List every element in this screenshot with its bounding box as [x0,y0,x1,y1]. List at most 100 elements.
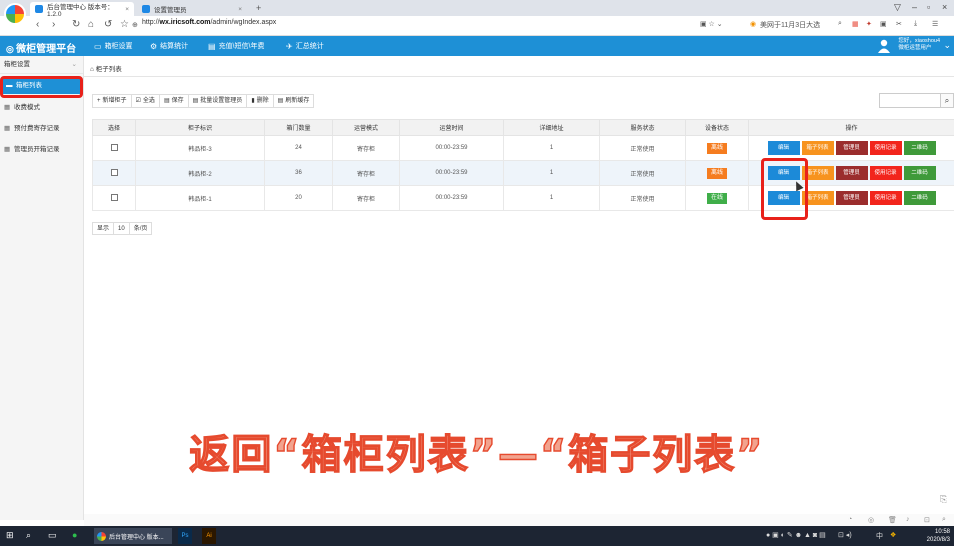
tab-set-admin[interactable]: 设置管理员 × [137,2,247,16]
forward-icon[interactable]: › [52,19,55,30]
chevron-down-icon[interactable]: ⌄ [943,40,951,51]
list-icon: ▤ [192,98,199,104]
usage-records-button[interactable]: 使用记录 [869,141,902,155]
refresh-cache-button[interactable]: ▤ 刷新缓存 [272,94,315,108]
nav-settlement-stats[interactable]: ⚙ 结算统计 [150,41,188,51]
pin-icon[interactable]: ▽ [894,2,901,13]
tab-favicon [142,5,150,13]
taskbar-browser-app[interactable]: 后台管理中心 版本... [94,528,172,544]
tab-admin-center[interactable]: 后台管理中心 版本号：1.2.0 × [30,2,134,18]
tab-close-icon[interactable]: × [238,6,242,13]
search-icon[interactable]: ⌕ [26,530,31,541]
admin-button[interactable]: 管理员 [835,141,868,155]
nav-box-settings[interactable]: ▭ 箱柜设置 [94,41,133,51]
admin-button[interactable]: 管理员 [835,166,868,180]
app-title[interactable]: ◎ 微柜管理平台 [6,40,76,55]
service-status: 正常使用 [599,160,686,186]
security-icon[interactable]: ⊕ [132,21,138,29]
batch-set-admin-button[interactable]: ▤ 批量设置管理员 [187,94,248,108]
browser-logo-icon[interactable] [4,3,26,25]
row-checkbox[interactable] [110,143,118,151]
reload-icon[interactable]: ↻ [72,19,80,30]
url-field[interactable]: http://wx.iricsoft.com/admin/wgIndex.asp… [142,19,276,26]
search-suggestion[interactable]: 美网于11月3日大选 [760,20,820,30]
home-icon[interactable]: ⌂ [88,19,94,30]
minimize-icon[interactable]: – [912,2,917,12]
table-row: 韩品柜-2 36 寄存柜 00:00-23:59 1 正常使用 离线 编辑 箱子… [92,160,954,186]
add-box-button[interactable]: + 新增柜子 [92,94,132,108]
qr-code-button[interactable]: 二维码 [903,141,936,155]
feedback-icon[interactable]: ⎘ [940,494,947,505]
page-size-select[interactable]: 10 [113,222,130,235]
close-window-icon[interactable]: × [942,2,947,12]
user-greeting: 您好，xiaoshou4 [898,38,940,44]
monitor-icon: ▭ [94,41,102,51]
status-icon: ◎ [868,517,875,524]
clock[interactable]: 10:58 2020/8/3 [927,528,950,544]
status-icon: ◔ [848,516,853,523]
save-button[interactable]: ▤ 保存 [158,94,189,108]
screenshot-icon[interactable]: ▣ [880,20,887,28]
menu-icon[interactable]: ☰ [932,20,938,28]
refresh-icon: ▤ [277,98,284,104]
service-status: 正常使用 [599,185,686,211]
column-header: 服务状态 [599,119,686,136]
device-status-badge: 离线 [706,142,727,154]
search-icon[interactable]: ⌕ [940,93,954,108]
back-icon[interactable]: ‹ [36,19,39,30]
windows-start-icon[interactable]: ⊞ [6,530,14,541]
sidebar-item-admin-open-records[interactable]: ▦ 管理员开箱记录 [0,139,83,160]
avatar[interactable] [878,39,890,53]
select-all-button[interactable]: ☑ 全选 [130,94,160,108]
user-info[interactable]: 您好，xiaoshou4 微柜运营用户 [898,38,940,52]
app-header: ◎ 微柜管理平台 ▭ 箱柜设置 ⚙ 结算统计 ▤ 充值\短信\年费 ✈ 汇总统计 您好，… [0,36,954,56]
usage-records-button[interactable]: 使用记录 [869,166,902,180]
reader-icon[interactable]: ▣ ☆ ⌄ [700,20,723,28]
sidebar-header[interactable]: 箱柜设置 ⌄ [0,56,83,74]
address: 1 [503,185,600,211]
qr-code-button[interactable]: 二维码 [903,191,936,205]
edit-button[interactable]: 编辑 [767,141,800,155]
maximize-icon[interactable]: ▫ [927,2,930,12]
nav-recharge[interactable]: ▤ 充值\短信\年费 [208,41,264,51]
taskbar-illustrator[interactable]: Ai [202,528,216,544]
ime-indicator[interactable]: 中 [876,531,883,541]
box-name: 韩品柜-3 [135,135,265,161]
user-role: 微柜运营用户 [898,45,932,51]
star-icon[interactable]: ☆ [120,19,129,30]
tab-close-icon[interactable]: × [125,6,129,13]
grid-icon: ▦ [4,146,11,153]
box-list-button[interactable]: 箱子列表 [801,141,834,155]
column-header: 设备状态 [685,119,749,136]
new-tab-button[interactable]: + [256,3,261,13]
admin-button[interactable]: 管理员 [835,191,868,205]
column-header: 详细地址 [503,119,600,136]
extension-icon[interactable]: ✦ [866,20,872,28]
search-icon[interactable]: ⌕ [838,20,842,28]
column-header: 箱门数量 [264,119,333,136]
wechat-icon[interactable]: ● [72,530,77,540]
network-icon: ⊡ ◂) [838,532,852,539]
delete-button[interactable]: ▮ 删除 [246,94,274,108]
cut-icon[interactable]: ✂ [896,20,902,28]
undo-icon[interactable]: ↺ [104,19,112,30]
row-checkbox[interactable] [110,193,118,201]
apps-icon[interactable]: ▦ [852,20,859,28]
sidebar-item-charge-mode[interactable]: ▦ 收费模式 [0,97,83,118]
sound-icon: ♪ [906,516,910,523]
table-row: 韩品柜-3 24 寄存柜 00:00-23:59 1 正常使用 离线 编辑 箱子… [92,135,954,161]
nav-summary-stats[interactable]: ✈ 汇总统计 [286,41,324,51]
search-input[interactable] [879,93,941,108]
download-icon[interactable]: ⤓ [914,20,917,28]
pager: 显示 10 条/页 [92,222,153,235]
qr-code-button[interactable]: 二维码 [903,166,936,180]
service-status: 正常使用 [599,135,686,161]
usage-records-button[interactable]: 使用记录 [869,191,902,205]
sidebar-item-prepaid-records[interactable]: ▦ 预付费寄存记录 [0,118,83,139]
save-icon: ▤ [163,98,170,104]
column-header: 运营时间 [399,119,504,136]
taskbar: ⊞ ⌕ ▭ ● 后台管理中心 版本... Ps Ai ● ▣ ◐ ✎ ☻ ▲ ◙… [0,526,954,546]
task-view-icon[interactable]: ▭ [48,530,57,541]
row-checkbox[interactable] [110,168,118,176]
taskbar-photoshop[interactable]: Ps [178,528,192,544]
